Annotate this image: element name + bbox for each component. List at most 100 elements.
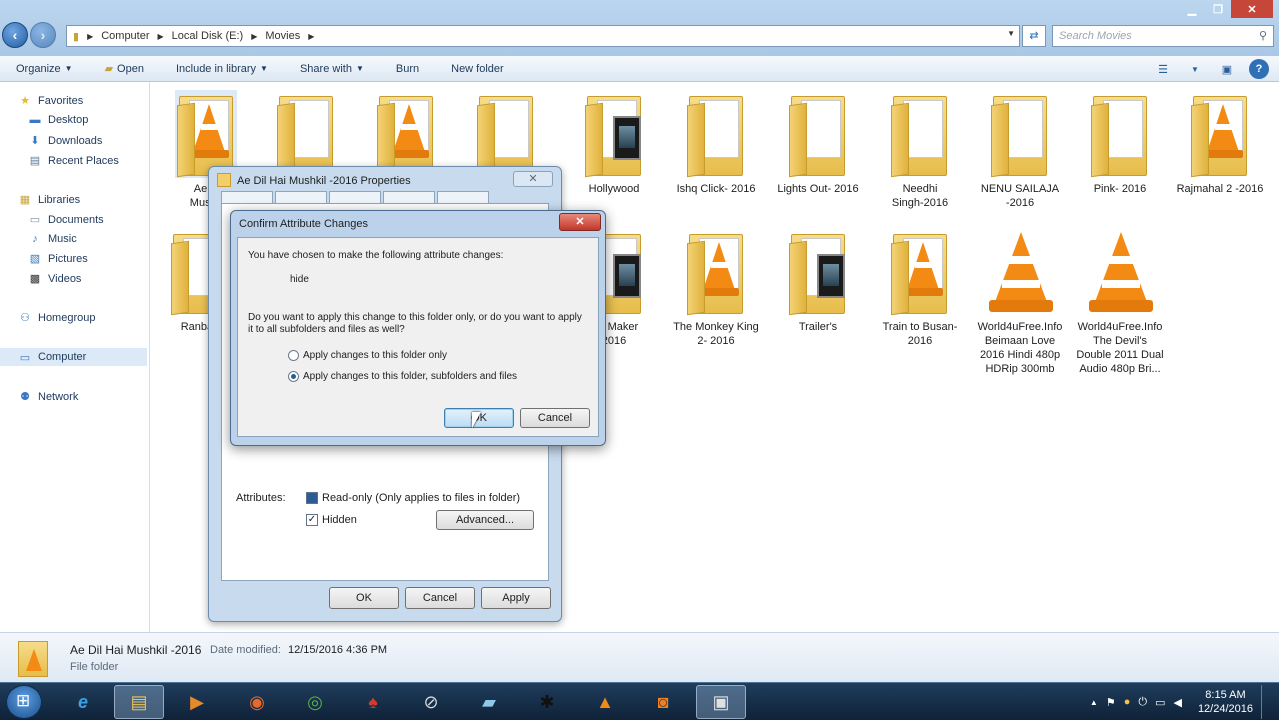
burn-button[interactable]: Burn bbox=[396, 63, 419, 75]
cancel-button[interactable]: Cancel bbox=[405, 587, 475, 609]
camera-app-icon[interactable]: ◙ bbox=[638, 685, 688, 719]
apply-button[interactable]: Apply bbox=[481, 587, 551, 609]
sidebar-item-music[interactable]: ♪ Music bbox=[28, 233, 77, 245]
sidebar-item-label: Documents bbox=[48, 213, 104, 226]
firefox-icon[interactable]: ◉ bbox=[232, 685, 282, 719]
open-button[interactable]: ▰ Open bbox=[105, 62, 144, 76]
breadcrumb-separator-icon: ▶ bbox=[251, 31, 258, 41]
file-item-the-monkey-king[interactable]: The Monkey King 2- 2016 bbox=[666, 228, 766, 348]
forward-arrow-icon[interactable]: › bbox=[30, 22, 56, 48]
sidebar-item-favorites[interactable]: ★ Favorites bbox=[18, 94, 83, 108]
taskbar: e ▤ ▶ ◉ ◎ ♠ ⊘ ▰ ✱ ▲ ◙ ▣ ▲ ⚑ ● ⏻ ▭ ◀ 8:15… bbox=[0, 682, 1279, 720]
file-item-nenu-sailaja[interactable]: NENU SAILAJA -2016 bbox=[970, 90, 1070, 210]
maximize-button[interactable]: ❐ bbox=[1205, 0, 1231, 18]
tray-expand-icon[interactable]: ▲ bbox=[1090, 698, 1098, 707]
advanced-button[interactable]: Advanced... bbox=[436, 510, 534, 530]
sidebar-item-network[interactable]: ⚉ Network bbox=[18, 390, 78, 404]
computer-icon: ▭ bbox=[19, 351, 31, 364]
option-all[interactable]: Apply changes to this folder, subfolders… bbox=[288, 371, 517, 382]
share-with-label: Share with bbox=[299, 62, 352, 75]
readonly-checkbox[interactable] bbox=[306, 492, 318, 504]
sidebar-item-computer[interactable]: ▭ Computer bbox=[0, 348, 147, 366]
search-input[interactable]: Search Movies ⚲ bbox=[1052, 25, 1274, 47]
sidebar-item-pictures[interactable]: ▧ Pictures bbox=[28, 252, 88, 266]
confirm-cancel-button[interactable]: Cancel bbox=[520, 408, 590, 428]
screen-recorder-icon[interactable]: ▣ bbox=[696, 685, 746, 719]
sidebar-item-downloads[interactable]: ⬇ Downloads bbox=[28, 134, 102, 148]
breadcrumb-computer[interactable]: Computer bbox=[101, 30, 149, 42]
file-item-pink-2016[interactable]: Pink- 2016 bbox=[1070, 90, 1170, 196]
volume-icon[interactable]: ◀ bbox=[1173, 696, 1181, 709]
confirm-title: Confirm Attribute Changes bbox=[239, 218, 369, 230]
show-desktop-button[interactable] bbox=[1261, 685, 1271, 719]
file-item-needhi[interactable]: Needhi Singh-2016 bbox=[870, 90, 970, 210]
notes-app-icon[interactable]: ▰ bbox=[464, 685, 514, 719]
folder-icon bbox=[275, 90, 337, 178]
clock[interactable]: 8:15 AM 12/24/2016 bbox=[1198, 688, 1253, 716]
organize-button[interactable]: Organize ▼ bbox=[16, 63, 73, 75]
preview-pane-icon[interactable]: ▣ bbox=[1217, 59, 1237, 79]
share-with-button[interactable]: Share with ▼ bbox=[300, 63, 364, 75]
refresh-icon[interactable]: ⇄ bbox=[1022, 25, 1046, 47]
vlc-icon[interactable]: ▲ bbox=[580, 685, 630, 719]
explorer-icon[interactable]: ▤ bbox=[114, 685, 164, 719]
media-player-icon[interactable]: ▶ bbox=[172, 685, 222, 719]
breadcrumb-movies[interactable]: Movies bbox=[265, 30, 300, 42]
sidebar-item-label: Recent Places bbox=[48, 154, 119, 167]
network-tray-icon[interactable]: ▭ bbox=[1155, 696, 1165, 709]
option-folder-only[interactable]: Apply changes to this folder only bbox=[288, 350, 447, 361]
file-item-lights-out-2016[interactable]: Lights Out- 2016 bbox=[768, 90, 868, 196]
breadcrumb-local-disk[interactable]: Local Disk (E:) bbox=[172, 30, 244, 42]
close-icon[interactable]: ✕ bbox=[559, 213, 601, 231]
sidebar-item-libraries[interactable]: ▦ Libraries bbox=[18, 193, 81, 207]
power-icon[interactable]: ⏻ bbox=[1138, 696, 1147, 709]
internet-explorer-icon[interactable]: e bbox=[58, 685, 108, 719]
radio-all[interactable] bbox=[288, 371, 299, 382]
file-item-world4ufree-info[interactable]: World4uFree.Info The Devil's Double 2011… bbox=[1070, 228, 1170, 376]
sidebar-item-label: Pictures bbox=[48, 252, 88, 265]
update-icon[interactable]: ● bbox=[1124, 696, 1131, 708]
attribute-change: hide bbox=[290, 274, 309, 285]
close-icon[interactable]: ✕ bbox=[513, 171, 553, 187]
chrome-icon[interactable]: ◎ bbox=[290, 685, 340, 719]
include-in-library-button[interactable]: Include in library ▼ bbox=[176, 63, 268, 75]
sidebar-item-recent-places[interactable]: ▤ Recent Places bbox=[28, 154, 119, 168]
address-dropdown-icon[interactable]: ▼ bbox=[1007, 29, 1015, 38]
file-item-world4ufree-info[interactable]: World4uFree.Info Beimaan Love 2016 Hindi… bbox=[970, 228, 1070, 376]
option-all-label: Apply changes to this folder, subfolders… bbox=[303, 371, 518, 382]
sidebar-item-desktop[interactable]: ▬ Desktop bbox=[28, 114, 89, 126]
flag-icon[interactable]: ⚑ bbox=[1106, 696, 1116, 709]
file-item-label: The Monkey King 2- 2016 bbox=[673, 321, 759, 347]
minimize-button[interactable]: ▁ bbox=[1179, 0, 1205, 18]
new-folder-button[interactable]: New folder bbox=[451, 63, 504, 75]
search-icon[interactable]: ⚲ bbox=[1259, 29, 1267, 42]
file-item-label: World4uFree.Info The Devil's Double 2011… bbox=[1076, 321, 1164, 375]
attributes-label: Attributes: bbox=[236, 492, 286, 504]
radio-folder-only[interactable] bbox=[288, 350, 299, 361]
sidebar-item-homegroup[interactable]: ⚇ Homegroup bbox=[18, 311, 95, 325]
address-bar[interactable]: ▮ ▶ Computer ▶ Local Disk (E:) ▶ Movies … bbox=[66, 25, 1020, 47]
hidden-checkbox[interactable]: ✓ bbox=[306, 514, 318, 526]
help-icon[interactable]: ? bbox=[1249, 59, 1269, 79]
title-bar: ▁ ❐ ✕ ‹ › ▮ ▶ Computer ▶ Local Disk (E:)… bbox=[0, 0, 1279, 56]
sidebar-item-label: Libraries bbox=[38, 193, 81, 206]
sidebar-item-documents[interactable]: ▭ Documents bbox=[28, 213, 104, 227]
sidebar-item-videos[interactable]: ▩ Videos bbox=[28, 272, 82, 286]
start-button[interactable] bbox=[6, 685, 42, 719]
search-app-icon[interactable]: ⊘ bbox=[406, 685, 456, 719]
back-arrow-icon[interactable]: ‹ bbox=[2, 22, 28, 48]
ok-button[interactable]: OK bbox=[329, 587, 399, 609]
chevron-down-icon[interactable]: ▼ bbox=[1185, 59, 1205, 79]
file-item-hollywood[interactable]: Hollywood bbox=[564, 90, 664, 196]
spider-app-icon[interactable]: ✱ bbox=[522, 685, 572, 719]
file-item-rajmahal-2-2016[interactable]: Rajmahal 2 -2016 bbox=[1170, 90, 1270, 196]
sidebar-item-label: Music bbox=[48, 233, 77, 245]
file-item-trailer-s[interactable]: Trailer's bbox=[768, 228, 868, 334]
file-item-label: Trailer's bbox=[798, 321, 838, 333]
view-options-icon[interactable]: ☰ bbox=[1153, 59, 1173, 79]
sidebar-item-label: Computer bbox=[38, 351, 87, 363]
file-item-ishq-click-2016[interactable]: Ishq Click- 2016 bbox=[666, 90, 766, 196]
red-app-icon[interactable]: ♠ bbox=[348, 685, 398, 719]
close-button[interactable]: ✕ bbox=[1231, 0, 1273, 18]
file-item-train-to-busan[interactable]: Train to Busan- 2016 bbox=[870, 228, 970, 348]
